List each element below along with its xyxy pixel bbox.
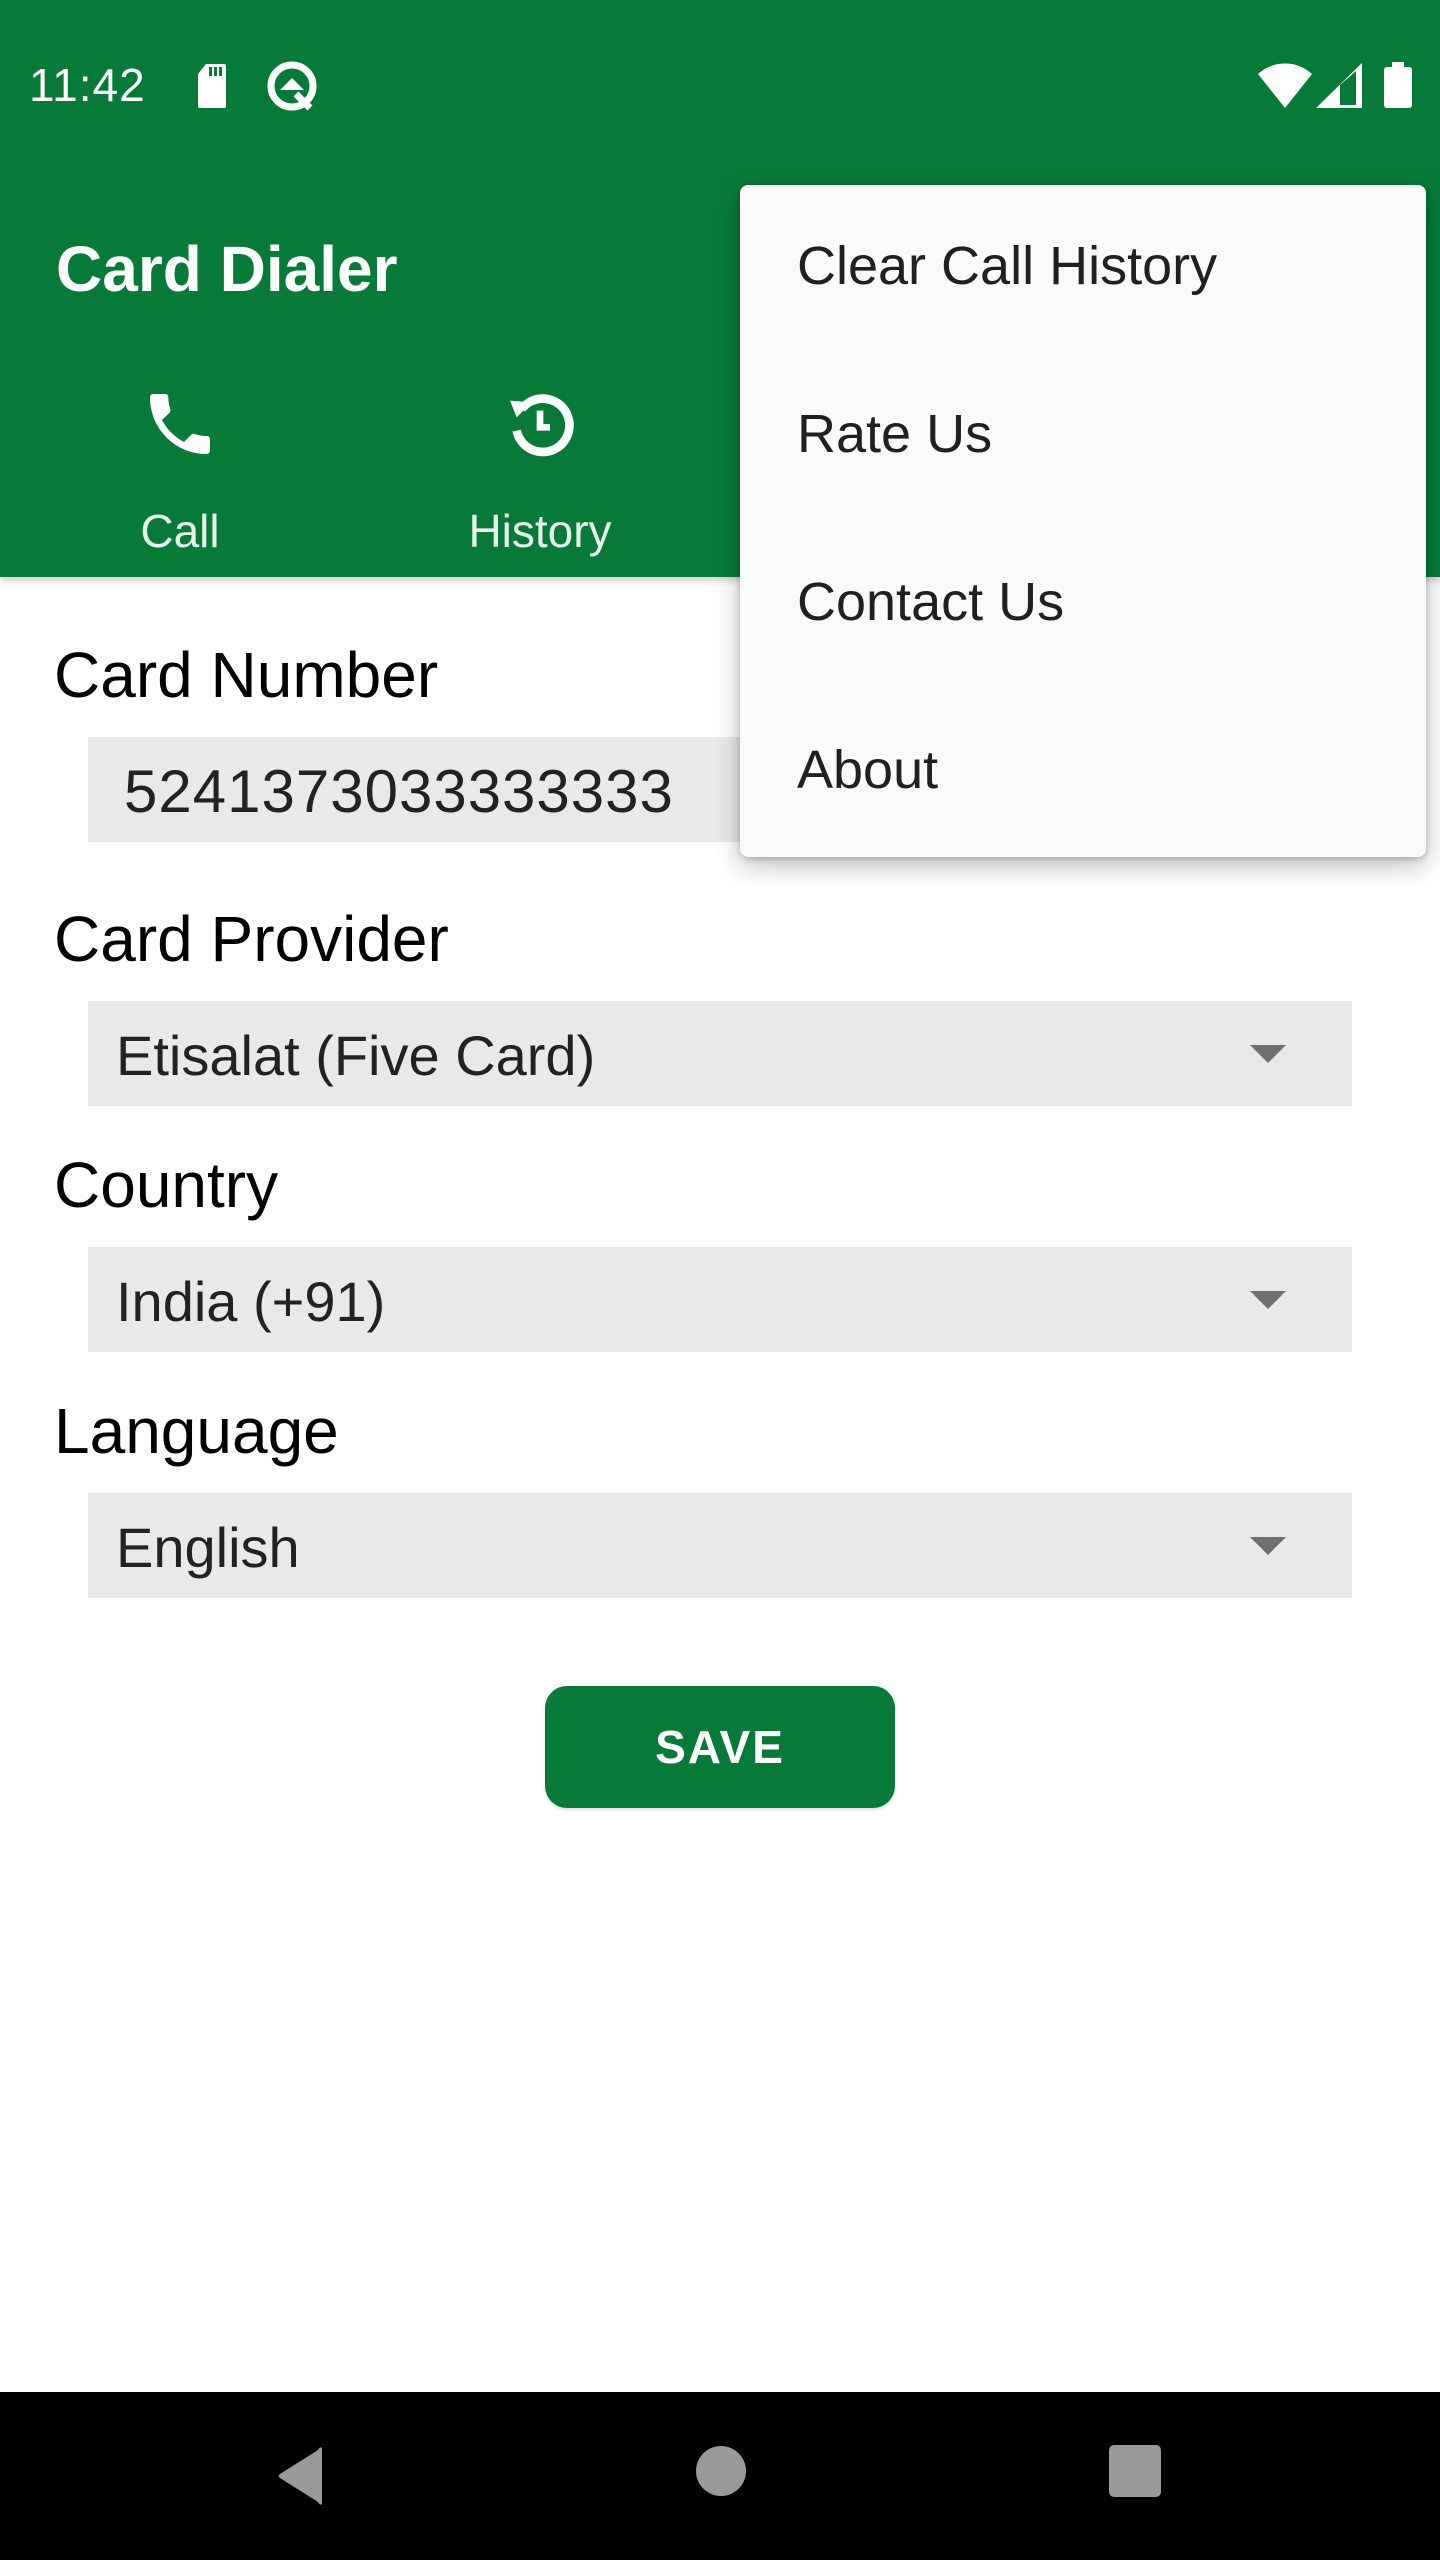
dropdown-arrow-icon [1250, 1291, 1286, 1309]
back-icon[interactable] [270, 2444, 350, 2508]
card-provider-select[interactable]: Etisalat (Five Card) [88, 1001, 1352, 1106]
card-number-value: 5241373033333333 [124, 758, 674, 825]
language-value: English [116, 1516, 300, 1579]
menu-item-clear-call-history[interactable]: Clear Call History [740, 185, 1426, 353]
tab-history[interactable]: History [360, 372, 720, 577]
menu-item-about[interactable]: About [740, 689, 1426, 857]
app-title: Card Dialer [56, 233, 398, 305]
card-provider-label: Card Provider [54, 903, 449, 975]
history-icon [500, 384, 580, 464]
menu-item-rate-us[interactable]: Rate Us [740, 353, 1426, 521]
status-time: 11:42 [29, 59, 146, 111]
country-label: Country [54, 1149, 279, 1221]
system-nav-bar [0, 2392, 1440, 2560]
recents-icon[interactable] [1108, 2444, 1188, 2508]
sd-card-icon [198, 64, 226, 113]
android-q-icon [266, 60, 318, 117]
menu-item-label: Rate Us [797, 404, 993, 464]
menu-item-label: Clear Call History [797, 236, 1218, 296]
language-label: Language [54, 1395, 339, 1467]
tab-call[interactable]: Call [0, 372, 360, 577]
status-bar: 11:42 [0, 0, 1440, 172]
card-provider-value: Etisalat (Five Card) [116, 1024, 596, 1087]
menu-item-label: About [797, 740, 939, 800]
language-select[interactable]: English [88, 1493, 1352, 1598]
overflow-menu: Clear Call History Rate Us Contact Us Ab… [740, 185, 1426, 857]
tab-history-label: History [468, 505, 612, 557]
tab-call-label: Call [140, 505, 220, 557]
save-button[interactable]: SAVE [545, 1686, 895, 1808]
dropdown-arrow-icon [1250, 1045, 1286, 1063]
menu-item-label: Contact Us [797, 572, 1065, 632]
country-value: India (+91) [116, 1270, 386, 1333]
cell-signal-icon [1316, 63, 1362, 113]
phone-icon [140, 384, 220, 464]
battery-icon [1384, 62, 1412, 113]
country-select[interactable]: India (+91) [88, 1247, 1352, 1352]
wifi-icon [1258, 62, 1312, 113]
menu-item-contact-us[interactable]: Contact Us [740, 521, 1426, 689]
card-number-label: Card Number [54, 639, 439, 711]
dropdown-arrow-icon [1250, 1537, 1286, 1555]
home-icon[interactable] [694, 2444, 774, 2508]
